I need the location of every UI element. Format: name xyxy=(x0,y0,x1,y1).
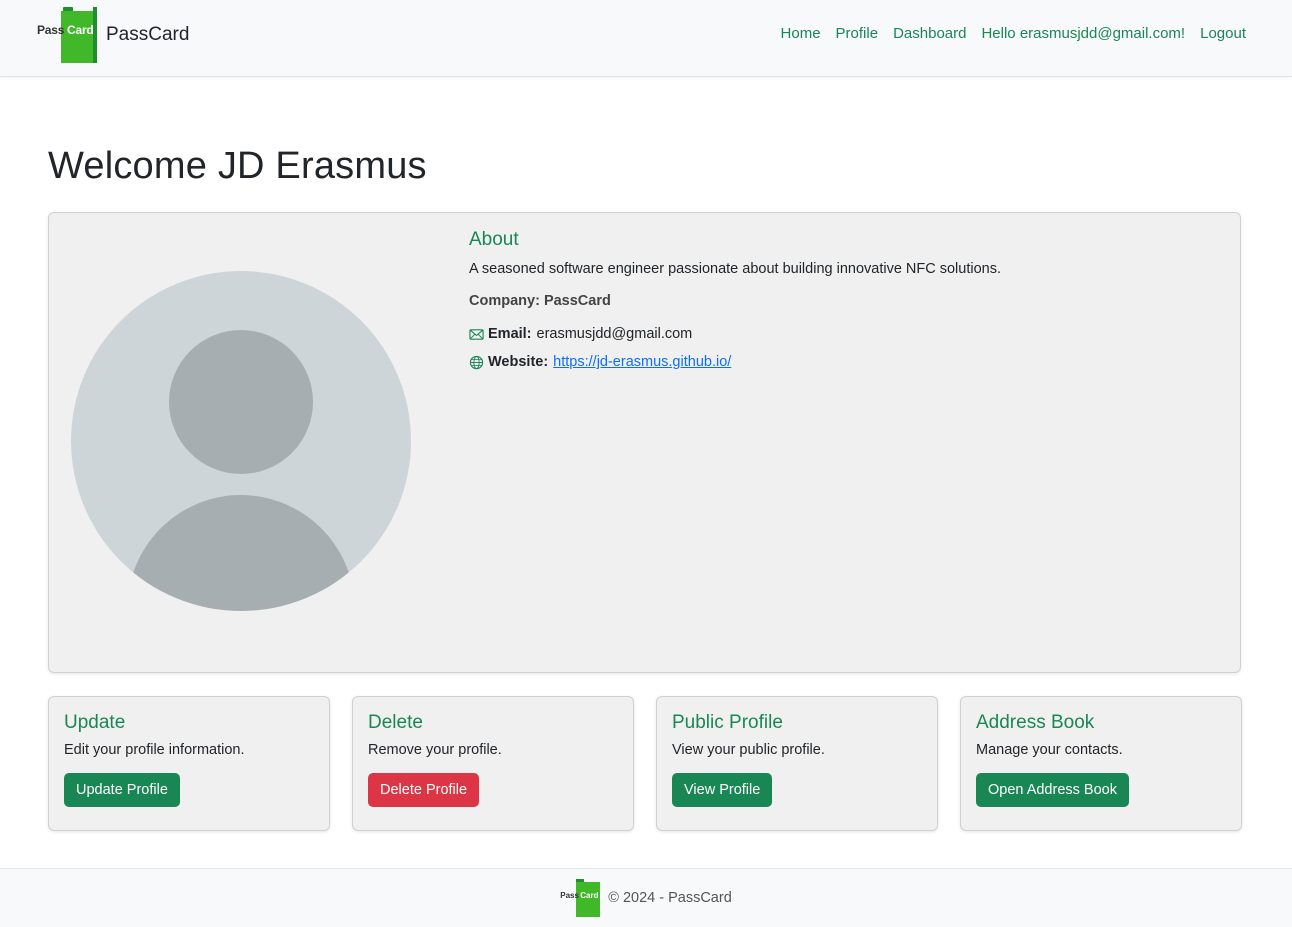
delete-card: Delete Remove your profile. Delete Profi… xyxy=(352,696,634,831)
footer-logo-word-pass: Pass xyxy=(560,891,579,900)
email-line: Email: erasmusjdd@gmail.com xyxy=(469,326,1209,342)
passcard-logo-icon: Pass Card xyxy=(37,7,97,63)
delete-profile-button[interactable]: Delete Profile xyxy=(368,773,480,807)
update-card: Update Edit your profile information. Up… xyxy=(48,696,330,831)
company-line: Company: PassCard xyxy=(469,293,1209,309)
logo-word-card: Card xyxy=(67,23,94,37)
nav-link-logout[interactable]: Logout xyxy=(1200,25,1246,42)
public-profile-card-title: Public Profile xyxy=(672,712,783,733)
brand-link[interactable]: Pass Card PassCard xyxy=(37,7,189,63)
public-profile-card: Public Profile View your public profile.… xyxy=(656,696,938,831)
open-address-book-button[interactable]: Open Address Book xyxy=(976,773,1129,807)
logo-word-pass: Pass xyxy=(37,23,65,37)
address-book-card: Address Book Manage your contacts. Open … xyxy=(960,696,1242,831)
profile-card: About A seasoned software engineer passi… xyxy=(48,212,1241,673)
address-book-card-text: Manage your contacts. xyxy=(976,742,1123,758)
nav-link-profile[interactable]: Profile xyxy=(836,25,879,42)
page-title: Welcome JD Erasmus xyxy=(48,145,427,187)
update-card-title: Update xyxy=(64,712,126,733)
update-profile-button[interactable]: Update Profile xyxy=(64,773,180,807)
about-bio: A seasoned software engineer passionate … xyxy=(469,261,1002,277)
view-profile-button[interactable]: View Profile xyxy=(672,773,773,807)
website-link[interactable]: https://jd-erasmus.github.io/ xyxy=(553,354,731,370)
globe-icon xyxy=(469,355,484,369)
email-value: erasmusjdd@gmail.com xyxy=(536,326,693,342)
nav-links: Home Profile Dashboard Hello erasmusjdd@… xyxy=(781,25,1246,42)
address-book-card-title: Address Book xyxy=(976,712,1095,733)
envelope-icon xyxy=(469,328,484,340)
user-placeholder-icon xyxy=(71,271,411,611)
about-section: About A seasoned software engineer passi… xyxy=(469,229,1209,382)
nav-link-home[interactable]: Home xyxy=(781,25,821,42)
delete-card-title: Delete xyxy=(368,712,423,733)
website-label: Website: xyxy=(488,354,549,370)
footer-copyright: © 2024 - PassCard xyxy=(608,890,732,906)
company-value: PassCard xyxy=(543,293,611,309)
brand-name: PassCard xyxy=(106,24,190,45)
footer-passcard-logo-icon: Pass Card xyxy=(560,879,602,917)
nav-link-user-greeting[interactable]: Hello erasmusjdd@gmail.com! xyxy=(981,25,1185,42)
footer: Pass Card © 2024 - PassCard xyxy=(0,868,1292,927)
company-label: Company: xyxy=(469,293,540,309)
email-label: Email: xyxy=(488,326,532,342)
website-line: Website: https://jd-erasmus.github.io/ xyxy=(469,354,1209,370)
top-navbar: Pass Card PassCard Home Profile Dashboar… xyxy=(0,0,1292,77)
nav-link-dashboard[interactable]: Dashboard xyxy=(893,25,966,42)
about-heading: About xyxy=(469,229,519,250)
update-card-text: Edit your profile information. xyxy=(64,742,245,758)
footer-logo-word-card: Card xyxy=(580,891,599,900)
delete-card-text: Remove your profile. xyxy=(368,742,502,758)
public-profile-card-text: View your public profile. xyxy=(672,742,825,758)
